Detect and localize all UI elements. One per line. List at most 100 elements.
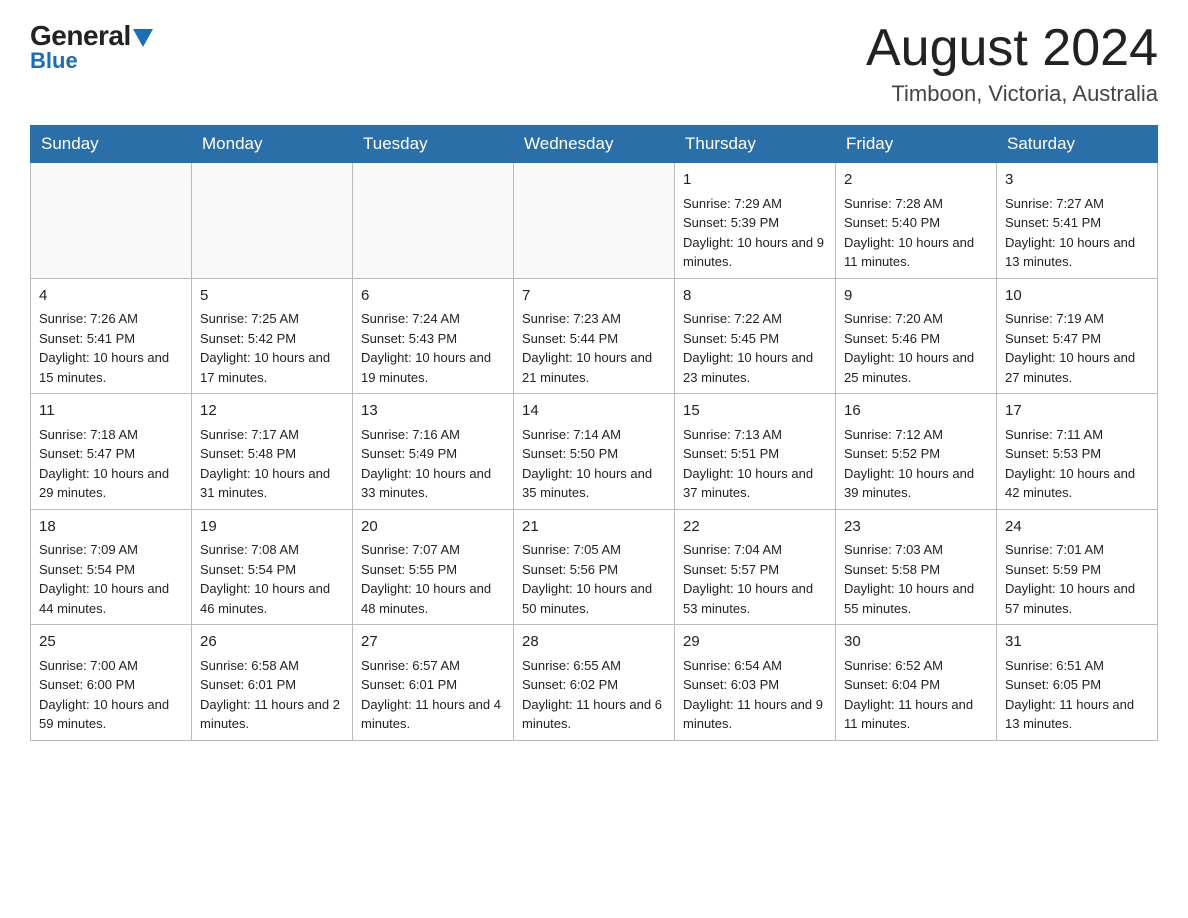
day-number: 29	[683, 631, 827, 654]
calendar-cell: 10Sunrise: 7:19 AMSunset: 5:47 PMDayligh…	[997, 278, 1158, 394]
day-info-line: Sunset: 5:54 PM	[200, 560, 344, 580]
calendar-cell: 7Sunrise: 7:23 AMSunset: 5:44 PMDaylight…	[514, 278, 675, 394]
day-info-line: Sunset: 6:04 PM	[844, 675, 988, 695]
day-info-line: Daylight: 10 hours and 35 minutes.	[522, 464, 666, 503]
day-info-line: Sunrise: 7:23 AM	[522, 309, 666, 329]
day-info-line: Sunset: 5:42 PM	[200, 329, 344, 349]
calendar-cell: 23Sunrise: 7:03 AMSunset: 5:58 PMDayligh…	[836, 509, 997, 625]
day-number: 4	[39, 285, 183, 308]
day-number: 20	[361, 516, 505, 539]
day-info-line: Sunrise: 6:54 AM	[683, 656, 827, 676]
day-number: 8	[683, 285, 827, 308]
day-info-line: Sunrise: 7:08 AM	[200, 540, 344, 560]
day-info-line: Daylight: 11 hours and 2 minutes.	[200, 695, 344, 734]
day-info-line: Daylight: 10 hours and 39 minutes.	[844, 464, 988, 503]
calendar-cell: 5Sunrise: 7:25 AMSunset: 5:42 PMDaylight…	[192, 278, 353, 394]
calendar-week-row: 4Sunrise: 7:26 AMSunset: 5:41 PMDaylight…	[31, 278, 1158, 394]
calendar-cell: 4Sunrise: 7:26 AMSunset: 5:41 PMDaylight…	[31, 278, 192, 394]
day-info-line: Daylight: 10 hours and 44 minutes.	[39, 579, 183, 618]
day-info-line: Daylight: 10 hours and 33 minutes.	[361, 464, 505, 503]
day-info-line: Sunset: 5:45 PM	[683, 329, 827, 349]
day-number: 11	[39, 400, 183, 423]
day-number: 10	[1005, 285, 1149, 308]
calendar-cell: 2Sunrise: 7:28 AMSunset: 5:40 PMDaylight…	[836, 163, 997, 279]
day-number: 9	[844, 285, 988, 308]
day-number: 31	[1005, 631, 1149, 654]
day-number: 21	[522, 516, 666, 539]
calendar-cell: 6Sunrise: 7:24 AMSunset: 5:43 PMDaylight…	[353, 278, 514, 394]
day-info-line: Sunset: 5:56 PM	[522, 560, 666, 580]
calendar-day-header: Sunday	[31, 126, 192, 163]
day-number: 3	[1005, 169, 1149, 192]
day-info-line: Sunrise: 7:26 AM	[39, 309, 183, 329]
day-info-line: Sunrise: 7:25 AM	[200, 309, 344, 329]
calendar-day-header: Wednesday	[514, 126, 675, 163]
day-info-line: Sunset: 5:47 PM	[39, 444, 183, 464]
day-info-line: Sunrise: 6:57 AM	[361, 656, 505, 676]
day-number: 16	[844, 400, 988, 423]
calendar-cell: 15Sunrise: 7:13 AMSunset: 5:51 PMDayligh…	[675, 394, 836, 510]
day-info-line: Daylight: 10 hours and 48 minutes.	[361, 579, 505, 618]
calendar-cell: 3Sunrise: 7:27 AMSunset: 5:41 PMDaylight…	[997, 163, 1158, 279]
day-info-line: Sunset: 5:40 PM	[844, 213, 988, 233]
calendar-cell: 8Sunrise: 7:22 AMSunset: 5:45 PMDaylight…	[675, 278, 836, 394]
day-info-line: Sunrise: 7:11 AM	[1005, 425, 1149, 445]
calendar-cell: 1Sunrise: 7:29 AMSunset: 5:39 PMDaylight…	[675, 163, 836, 279]
calendar-cell: 31Sunrise: 6:51 AMSunset: 6:05 PMDayligh…	[997, 625, 1158, 741]
day-info-line: Sunset: 5:57 PM	[683, 560, 827, 580]
day-number: 13	[361, 400, 505, 423]
day-number: 30	[844, 631, 988, 654]
day-info-line: Sunset: 5:41 PM	[39, 329, 183, 349]
day-info-line: Sunset: 6:05 PM	[1005, 675, 1149, 695]
day-info-line: Daylight: 10 hours and 42 minutes.	[1005, 464, 1149, 503]
day-info-line: Sunset: 5:55 PM	[361, 560, 505, 580]
day-info-line: Sunset: 5:49 PM	[361, 444, 505, 464]
day-info-line: Sunrise: 7:07 AM	[361, 540, 505, 560]
calendar-cell: 11Sunrise: 7:18 AMSunset: 5:47 PMDayligh…	[31, 394, 192, 510]
day-number: 2	[844, 169, 988, 192]
day-info-line: Sunrise: 6:55 AM	[522, 656, 666, 676]
calendar-week-row: 18Sunrise: 7:09 AMSunset: 5:54 PMDayligh…	[31, 509, 1158, 625]
month-title: August 2024	[866, 20, 1158, 77]
day-info-line: Sunrise: 7:22 AM	[683, 309, 827, 329]
calendar-week-row: 11Sunrise: 7:18 AMSunset: 5:47 PMDayligh…	[31, 394, 1158, 510]
day-info-line: Sunset: 5:51 PM	[683, 444, 827, 464]
day-number: 26	[200, 631, 344, 654]
calendar-cell: 26Sunrise: 6:58 AMSunset: 6:01 PMDayligh…	[192, 625, 353, 741]
day-info-line: Sunrise: 6:52 AM	[844, 656, 988, 676]
day-number: 17	[1005, 400, 1149, 423]
day-info-line: Sunset: 5:41 PM	[1005, 213, 1149, 233]
day-info-line: Sunrise: 7:29 AM	[683, 194, 827, 214]
day-info-line: Sunrise: 7:14 AM	[522, 425, 666, 445]
day-info-line: Daylight: 10 hours and 31 minutes.	[200, 464, 344, 503]
day-info-line: Daylight: 10 hours and 55 minutes.	[844, 579, 988, 618]
day-info-line: Sunrise: 7:19 AM	[1005, 309, 1149, 329]
calendar-day-header: Monday	[192, 126, 353, 163]
day-info-line: Sunrise: 7:12 AM	[844, 425, 988, 445]
day-info-line: Sunrise: 7:20 AM	[844, 309, 988, 329]
day-info-line: Daylight: 11 hours and 6 minutes.	[522, 695, 666, 734]
day-info-line: Sunrise: 7:01 AM	[1005, 540, 1149, 560]
calendar-cell	[353, 163, 514, 279]
day-info-line: Daylight: 10 hours and 25 minutes.	[844, 348, 988, 387]
day-number: 15	[683, 400, 827, 423]
day-info-line: Sunset: 5:58 PM	[844, 560, 988, 580]
day-info-line: Sunrise: 6:58 AM	[200, 656, 344, 676]
logo-blue-text: Blue	[30, 48, 78, 74]
day-info-line: Daylight: 10 hours and 23 minutes.	[683, 348, 827, 387]
day-info-line: Sunset: 5:59 PM	[1005, 560, 1149, 580]
day-info-line: Daylight: 10 hours and 27 minutes.	[1005, 348, 1149, 387]
calendar-cell: 9Sunrise: 7:20 AMSunset: 5:46 PMDaylight…	[836, 278, 997, 394]
day-number: 27	[361, 631, 505, 654]
day-info-line: Daylight: 11 hours and 4 minutes.	[361, 695, 505, 734]
day-info-line: Sunrise: 7:17 AM	[200, 425, 344, 445]
day-number: 22	[683, 516, 827, 539]
calendar-cell	[514, 163, 675, 279]
day-info-line: Daylight: 10 hours and 29 minutes.	[39, 464, 183, 503]
day-info-line: Sunset: 5:46 PM	[844, 329, 988, 349]
calendar-day-header: Thursday	[675, 126, 836, 163]
calendar-cell: 13Sunrise: 7:16 AMSunset: 5:49 PMDayligh…	[353, 394, 514, 510]
day-number: 6	[361, 285, 505, 308]
day-info-line: Daylight: 10 hours and 15 minutes.	[39, 348, 183, 387]
calendar-cell: 18Sunrise: 7:09 AMSunset: 5:54 PMDayligh…	[31, 509, 192, 625]
